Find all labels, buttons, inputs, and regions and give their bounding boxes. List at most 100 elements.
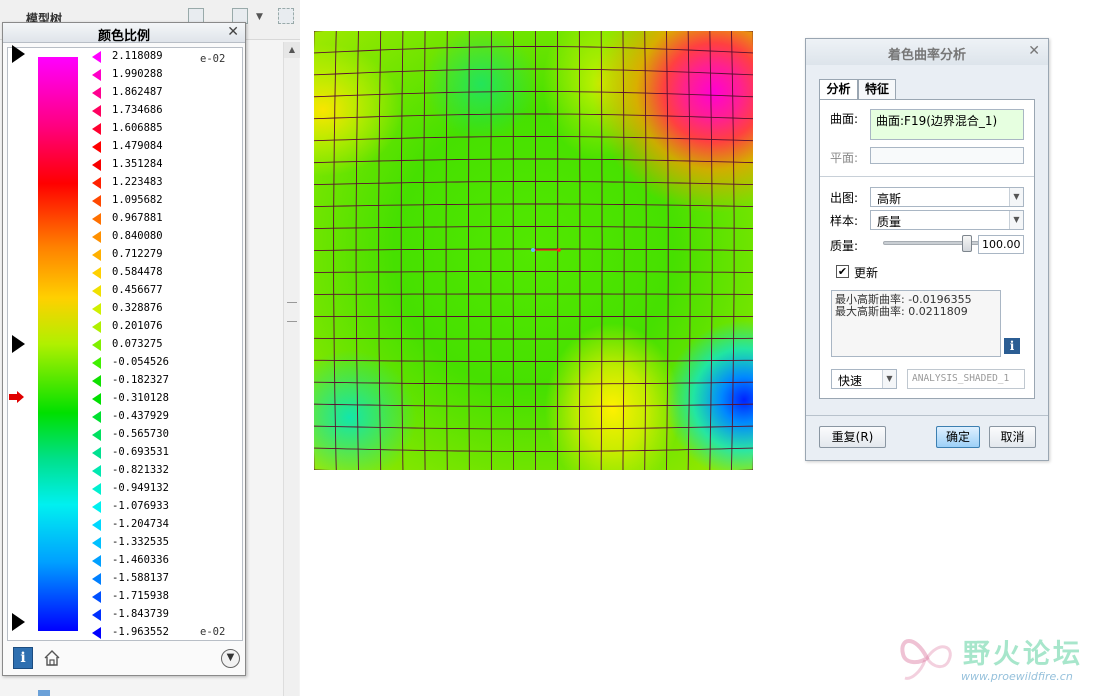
scale-tick-marker[interactable] xyxy=(92,393,101,405)
scale-tick-marker[interactable] xyxy=(92,483,101,495)
scale-tick-marker[interactable] xyxy=(92,537,101,549)
scale-tick-marker[interactable] xyxy=(92,375,101,387)
close-icon[interactable]: ✕ xyxy=(1028,43,1040,59)
dialog-titlebar[interactable]: 着色曲率分析 ✕ xyxy=(806,39,1048,65)
scale-tick-label: -0.949132 xyxy=(112,482,169,494)
scale-tick-label: 1.479084 xyxy=(112,140,163,152)
tree-item-icon[interactable] xyxy=(38,690,50,696)
expand-chevron-icon[interactable]: ▼ xyxy=(221,649,240,668)
scale-tick-marker[interactable] xyxy=(92,69,101,81)
scale-tick-label: 1.990288 xyxy=(112,68,163,80)
repeat-button[interactable]: 重复(R) xyxy=(819,426,886,448)
scale-tick-marker[interactable] xyxy=(92,411,101,423)
tab-analysis[interactable]: 分析 xyxy=(819,79,858,101)
scale-tick-marker[interactable] xyxy=(92,123,101,135)
analysis-name-field[interactable]: ANALYSIS_SHADED_1 xyxy=(907,369,1025,389)
quality-value-field[interactable]: 100.00 xyxy=(978,235,1024,254)
scale-tick-label: -1.963552 xyxy=(112,626,169,638)
watermark-url: www.proewildfire.cn xyxy=(961,670,1073,683)
scale-tick-label: -0.821332 xyxy=(112,464,169,476)
scale-tick-label: -0.437929 xyxy=(112,410,169,422)
shaded-curvature-surface[interactable] xyxy=(314,31,753,470)
info-icon[interactable]: i xyxy=(13,647,33,669)
output-label: 出图: xyxy=(830,191,859,205)
info-icon[interactable]: i xyxy=(1004,338,1020,354)
scale-tick-label: 2.118089 xyxy=(112,50,163,62)
chevron-down-icon[interactable]: ▼ xyxy=(256,12,263,22)
scale-tick-label: 0.201076 xyxy=(112,320,163,332)
scale-tick-marker[interactable] xyxy=(92,591,101,603)
scale-tick-marker[interactable] xyxy=(92,105,101,117)
scale-tick-marker[interactable] xyxy=(92,519,101,531)
color-scale-titlebar[interactable]: 颜色比例 ✕ xyxy=(3,23,245,44)
update-checkbox[interactable]: ✔ xyxy=(836,265,849,278)
scale-tick-label: -1.204734 xyxy=(112,518,169,530)
scale-tick-marker[interactable] xyxy=(92,429,101,441)
sample-select[interactable]: 质量 ▼ xyxy=(870,210,1024,230)
scale-limit-marker-top[interactable] xyxy=(12,45,25,63)
exponent-label-bottom: e-02 xyxy=(200,626,226,638)
ok-button[interactable]: 确定 xyxy=(936,426,980,448)
speed-select-value: 快速 xyxy=(838,374,863,388)
scale-tick-marker[interactable] xyxy=(92,357,101,369)
quality-label: 质量: xyxy=(830,239,859,253)
plane-collector[interactable] xyxy=(870,147,1024,164)
footer-divider xyxy=(806,415,1048,416)
scale-tick-label: 0.584478 xyxy=(112,266,163,278)
chevron-down-icon[interactable]: ▼ xyxy=(1009,211,1023,229)
surface-collector[interactable]: 曲面:F19(边界混合_1) xyxy=(870,109,1024,140)
tab-feature[interactable]: 特征 xyxy=(858,79,896,100)
scrollbar-grip[interactable] xyxy=(287,302,297,322)
scale-tick-marker[interactable] xyxy=(92,51,101,63)
color-scale-panel: 颜色比例 ✕ e-02 e-02 2.118089 1.990288 1.86248… xyxy=(2,22,246,676)
cancel-button[interactable]: 取消 xyxy=(989,426,1036,448)
scale-tick-marker[interactable] xyxy=(92,501,101,513)
scale-tick-marker[interactable] xyxy=(92,555,101,567)
scale-tick-marker[interactable] xyxy=(92,627,101,639)
scale-tick-marker[interactable] xyxy=(92,609,101,621)
model-tree-scrollbar[interactable]: ▲ xyxy=(283,42,300,696)
quality-slider-thumb[interactable] xyxy=(962,235,972,252)
home-icon[interactable] xyxy=(43,649,61,667)
scale-tick-marker[interactable] xyxy=(92,141,101,153)
surface-label: 曲面: xyxy=(830,112,859,126)
speed-select[interactable]: 快速 ▼ xyxy=(831,369,897,389)
section-divider xyxy=(820,176,1034,177)
filter-icon[interactable] xyxy=(278,8,294,24)
scale-tick-marker[interactable] xyxy=(92,267,101,279)
scale-tick-marker[interactable] xyxy=(92,249,101,261)
scale-tick-marker[interactable] xyxy=(92,573,101,585)
scale-tick-marker[interactable] xyxy=(92,465,101,477)
scale-tick-label: -0.693531 xyxy=(112,446,169,458)
scale-tick-label: 1.606885 xyxy=(112,122,163,134)
scale-tick-marker[interactable] xyxy=(92,285,101,297)
scale-tick-marker[interactable] xyxy=(92,231,101,243)
scale-midpoint-marker[interactable] xyxy=(12,335,25,353)
scale-tick-label: 1.862487 xyxy=(112,86,163,98)
scale-tick-marker[interactable] xyxy=(92,213,101,225)
scroll-up-icon[interactable]: ▲ xyxy=(284,42,300,58)
scale-tick-label: 0.967881 xyxy=(112,212,163,224)
scale-tick-marker[interactable] xyxy=(92,177,101,189)
scale-tick-marker[interactable] xyxy=(92,321,101,333)
scale-tick-marker[interactable] xyxy=(92,195,101,207)
output-select[interactable]: 高斯 ▼ xyxy=(870,187,1024,207)
scale-tick-label: -0.182327 xyxy=(112,374,169,386)
sample-label: 样本: xyxy=(830,214,859,228)
scale-tick-marker[interactable] xyxy=(92,303,101,315)
chevron-down-icon[interactable]: ▼ xyxy=(1009,188,1023,206)
scale-tick-marker[interactable] xyxy=(92,447,101,459)
scale-tick-marker[interactable] xyxy=(92,339,101,351)
scale-tick-label: -1.588137 xyxy=(112,572,169,584)
scale-tick-label: -0.565730 xyxy=(112,428,169,440)
output-select-value: 高斯 xyxy=(877,192,902,206)
color-scale-footer: i ▼ xyxy=(7,645,243,673)
scale-tick-marker[interactable] xyxy=(92,159,101,171)
chevron-down-icon[interactable]: ▼ xyxy=(882,370,896,388)
scale-tick-marker[interactable] xyxy=(92,87,101,99)
close-icon[interactable]: ✕ xyxy=(227,24,239,40)
sample-select-value: 质量 xyxy=(877,215,902,229)
scale-tick-label: 1.223483 xyxy=(112,176,163,188)
scale-tick-label: -1.332535 xyxy=(112,536,169,548)
scale-limit-marker-bottom[interactable] xyxy=(12,613,25,631)
